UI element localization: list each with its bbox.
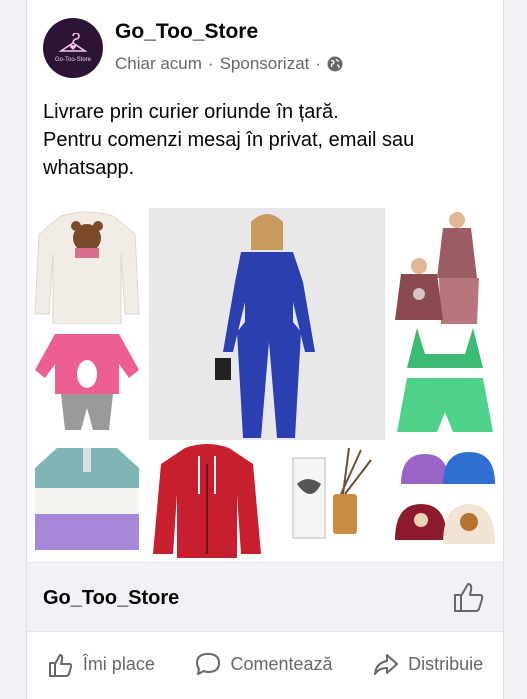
fleece-pullover-image[interactable]	[31, 444, 143, 558]
meta-separator-2: ·	[315, 54, 322, 73]
page-avatar[interactable]: Go-Too-Store	[43, 18, 103, 78]
post-header: Go-Too-Store Go_Too_Store Chiar acum · S…	[43, 18, 487, 82]
post-meta: Chiar acum · Sponsorizat ·	[115, 54, 343, 74]
reed-diffuser-image[interactable]	[271, 444, 385, 558]
product-image-collage[interactable]	[27, 204, 503, 560]
comment-button[interactable]: Comentează	[194, 651, 333, 679]
post-time[interactable]: Chiar acum	[115, 54, 202, 74]
bear-sweatshirt-image[interactable]	[31, 208, 143, 328]
post-text-line: Pentru comenzi mesaj în privat, email sa…	[43, 129, 415, 151]
sponsored-label[interactable]: Sponsorizat	[220, 54, 310, 74]
kids-hats-image[interactable]	[391, 444, 499, 558]
link-title[interactable]: Go_Too_Store	[43, 587, 179, 610]
hanger-logo-icon	[58, 33, 88, 52]
comment-label: Comentează	[230, 654, 333, 674]
like-button[interactable]: Îmi place	[47, 651, 155, 679]
thumbs-up-icon[interactable]	[451, 579, 487, 615]
post-text: Livrare prin curier oriunde în țară. Pen…	[43, 98, 489, 182]
link-preview-bar[interactable]: Go_Too_Store	[27, 562, 503, 632]
women-pajamas-image[interactable]	[391, 208, 499, 324]
kids-bunny-pajama-image[interactable]	[31, 324, 143, 436]
page-name[interactable]: Go_Too_Store	[115, 20, 258, 44]
post-text-line: whatsapp.	[43, 157, 135, 179]
meta-separator: ·	[207, 54, 214, 73]
globe-icon	[327, 56, 343, 72]
post-actions: Îmi place Comentează Distribuie	[27, 630, 503, 699]
avatar-logo-text: Go-Too-Store	[54, 57, 91, 63]
share-button[interactable]: Distribuie	[372, 651, 483, 679]
green-top-shorts-image[interactable]	[391, 324, 499, 440]
share-label: Distribuie	[408, 654, 484, 674]
share-icon	[374, 653, 399, 675]
post-text-line: Livrare prin curier oriunde în țară.	[43, 101, 339, 123]
like-icon	[48, 653, 73, 677]
sponsored-post-card: Go-Too-Store Go_Too_Store Chiar acum · S…	[26, 0, 504, 699]
like-label: Îmi place	[82, 654, 155, 674]
blue-tracksuit-model-image[interactable]	[149, 208, 385, 440]
red-hoodie-image[interactable]	[149, 444, 265, 558]
comment-icon	[196, 652, 221, 675]
